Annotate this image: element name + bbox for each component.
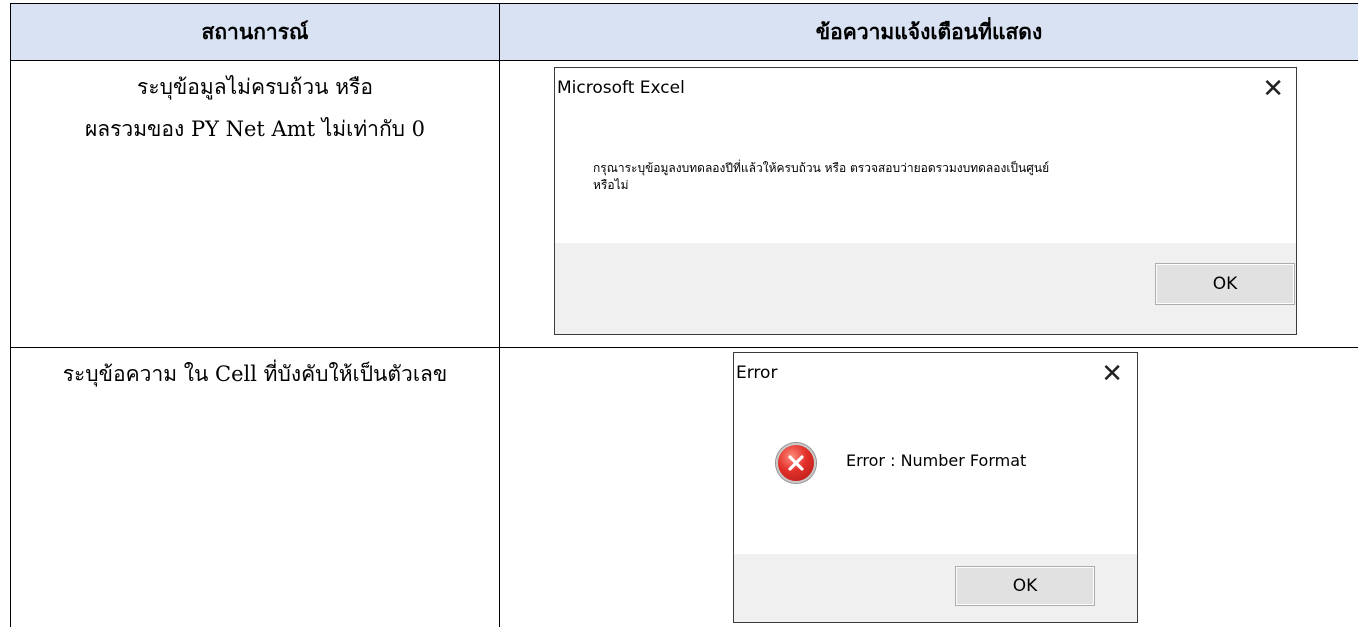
error-icon — [776, 443, 816, 483]
ok-button[interactable]: OK — [1155, 263, 1295, 305]
table-row: ระบุข้อความ ใน Cell ที่บังคับให้เป็นตัวเ… — [10, 347, 1358, 627]
dialog-title: Microsoft Excel — [557, 78, 685, 98]
close-icon[interactable]: ✕ — [1101, 361, 1123, 387]
header-alert-message: ข้อความแจ้งเตือนที่แสดง — [499, 3, 1358, 61]
scenario-line: ระบุข้อความ ใน Cell ที่บังคับให้เป็นตัวเ… — [62, 362, 448, 386]
scenario-line: ผลรวมของ PY Net Amt ไม่เท่ากับ 0 — [84, 117, 426, 141]
dialog-title: Error — [736, 363, 778, 383]
scenario-cell: ระบุข้อมูลไม่ครบถ้วน หรือ ผลรวมของ PY Ne… — [10, 60, 500, 348]
dialog-footer: OK — [734, 554, 1137, 622]
dialog-message-line: หรือไม่ — [593, 178, 629, 192]
scenario-text: ระบุข้อความ ใน Cell ที่บังคับให้เป็นตัวเ… — [11, 348, 499, 395]
ok-button[interactable]: OK — [955, 566, 1095, 606]
scenario-table: สถานการณ์ ข้อความแจ้งเตือนที่แสดง ระบุข้… — [10, 3, 1358, 627]
close-icon[interactable]: ✕ — [1262, 76, 1284, 102]
excel-message-dialog: Microsoft Excel ✕ กรุณาระบุข้อมูลงบทดลอง… — [554, 67, 1297, 335]
scenario-text: ระบุข้อมูลไม่ครบถ้วน หรือ ผลรวมของ PY Ne… — [11, 61, 499, 150]
dialog-footer: OK — [555, 243, 1296, 334]
error-dialog: Error ✕ Error : Number Format OK — [733, 352, 1138, 623]
scenario-line: ระบุข้อมูลไม่ครบถ้วน หรือ — [137, 75, 373, 99]
dialog-message: Error : Number Format — [846, 451, 1027, 470]
table-header-row: สถานการณ์ ข้อความแจ้งเตือนที่แสดง — [10, 3, 1358, 61]
header-scenario: สถานการณ์ — [10, 3, 500, 61]
alert-cell: Microsoft Excel ✕ กรุณาระบุข้อมูลงบทดลอง… — [499, 60, 1358, 348]
dialog-message: กรุณาระบุข้อมูลงบทดลองปีที่แล้วให้ครบถ้ว… — [593, 160, 1283, 194]
dialog-message-line: กรุณาระบุข้อมูลงบทดลองปีที่แล้วให้ครบถ้ว… — [593, 161, 1050, 175]
scenario-cell: ระบุข้อความ ใน Cell ที่บังคับให้เป็นตัวเ… — [10, 347, 500, 627]
table-row: ระบุข้อมูลไม่ครบถ้วน หรือ ผลรวมของ PY Ne… — [10, 60, 1358, 348]
alert-cell: Error ✕ Error : Number Format OK — [499, 347, 1358, 627]
document-page: สถานการณ์ ข้อความแจ้งเตือนที่แสดง ระบุข้… — [10, 3, 1358, 628]
